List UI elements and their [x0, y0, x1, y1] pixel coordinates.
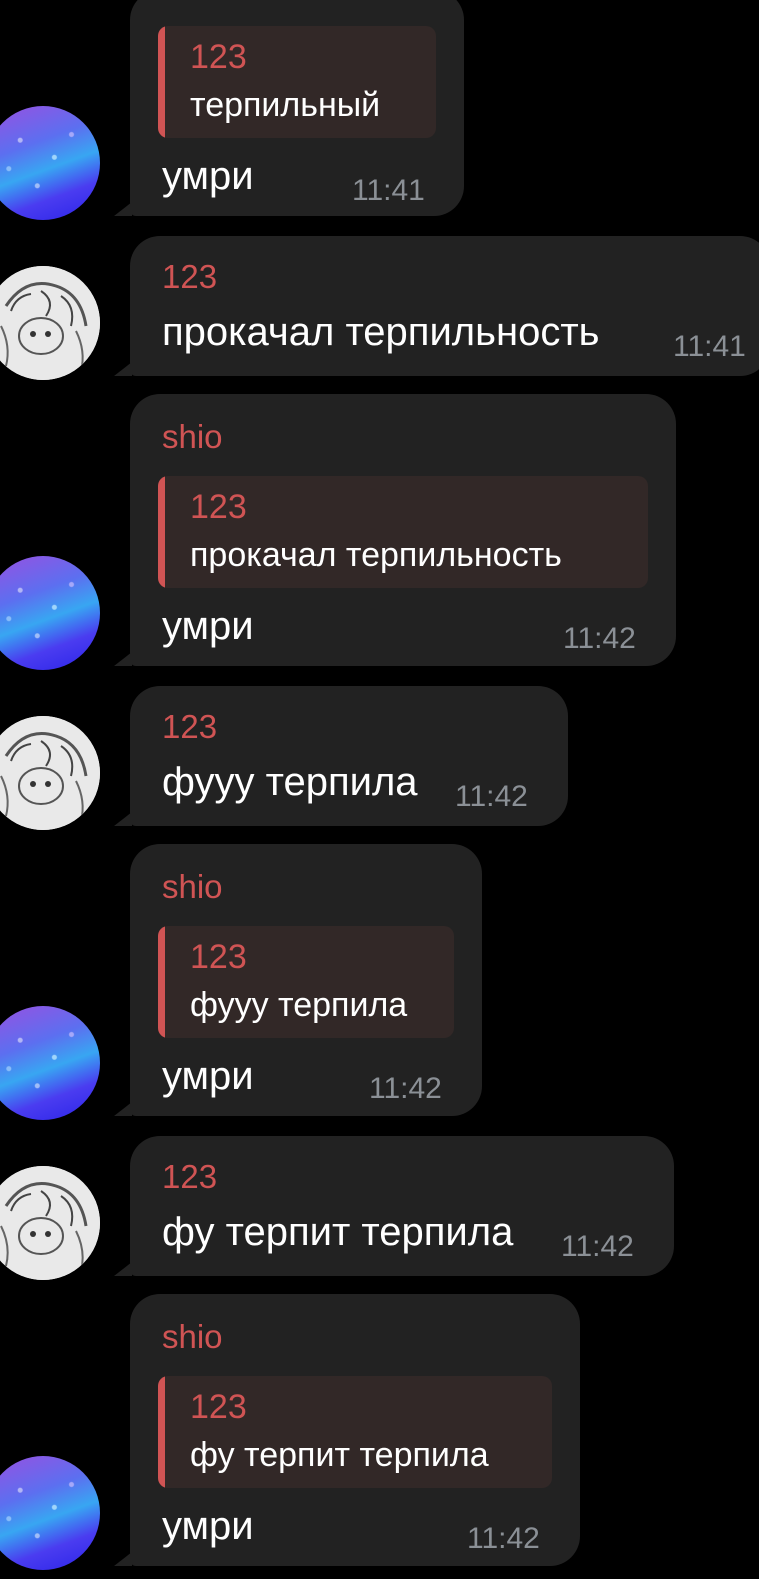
quote-author: 123 [190, 488, 247, 526]
message-time: 11:42 [467, 1522, 540, 1555]
bubble-tail [114, 812, 132, 826]
message-time: 11:41 [352, 174, 425, 207]
message-bubble[interactable]: shio 123 фу терпит терпила умри 11:42 [114, 1294, 580, 1566]
message-text: умри [162, 1504, 254, 1548]
message-bubble[interactable]: 123 прокачал терпильность 11:41 [114, 236, 759, 376]
message-time: 11:42 [369, 1072, 442, 1105]
quote-bar [158, 1376, 165, 1488]
reply-quote[interactable]: 123 прокачал терпильность [158, 476, 648, 588]
message-text: умри [162, 154, 254, 198]
sender-name[interactable]: shio [162, 1318, 223, 1356]
sender-name[interactable]: 123 [162, 258, 217, 296]
quote-text: фууу терпила [190, 986, 408, 1024]
message-text: умри [162, 604, 254, 648]
sparkle-avatar[interactable] [0, 1456, 100, 1570]
anime-sketch-icon [0, 1166, 100, 1280]
sparkle-avatar[interactable] [0, 106, 100, 220]
quote-author: 123 [190, 1388, 247, 1426]
sparkle-avatar[interactable] [0, 1006, 100, 1120]
quote-author: 123 [190, 38, 247, 76]
sparkle-avatar[interactable] [0, 556, 100, 670]
reply-quote[interactable]: 123 фууу терпила [158, 926, 454, 1038]
quote-text: прокачал терпильность [190, 536, 562, 574]
sketch-avatar[interactable] [0, 1166, 100, 1280]
quote-bar [158, 926, 165, 1038]
quote-bar [158, 26, 165, 138]
message-text: прокачал терпильность [162, 310, 600, 354]
message-text: фу терпит терпила [162, 1210, 514, 1254]
sketch-avatar[interactable] [0, 266, 100, 380]
message-time: 11:42 [455, 780, 528, 813]
sender-name[interactable]: shio [162, 868, 223, 906]
sender-name[interactable]: 123 [162, 1158, 217, 1196]
message-text: фууу терпила [162, 760, 418, 804]
bubble-tail [114, 1552, 132, 1566]
message-bubble[interactable]: 123 терпильный умри 11:41 [114, 0, 464, 216]
message-bubble[interactable]: shio 123 прокачал терпильность умри 11:4… [114, 394, 676, 666]
quote-text: фу терпит терпила [190, 1436, 489, 1474]
bubble-tail [114, 202, 132, 216]
quote-author: 123 [190, 938, 247, 976]
sketch-avatar[interactable] [0, 716, 100, 830]
message-text: умри [162, 1054, 254, 1098]
quote-bar [158, 476, 165, 588]
message-time: 11:41 [673, 330, 746, 363]
quote-text: терпильный [190, 86, 381, 124]
message-bubble[interactable]: 123 фууу терпила 11:42 [114, 686, 568, 826]
reply-quote[interactable]: 123 терпильный [158, 26, 436, 138]
anime-sketch-icon [0, 266, 100, 380]
message-bubble[interactable]: shio 123 фууу терпила умри 11:42 [114, 844, 482, 1116]
message-time: 11:42 [563, 622, 636, 655]
bubble-tail [114, 652, 132, 666]
anime-sketch-icon [0, 716, 100, 830]
bubble-tail [114, 1102, 132, 1116]
bubble-tail [114, 362, 132, 376]
bubble-tail [114, 1262, 132, 1276]
reply-quote[interactable]: 123 фу терпит терпила [158, 1376, 552, 1488]
sender-name[interactable]: shio [162, 418, 223, 456]
message-time: 11:42 [561, 1230, 634, 1263]
message-bubble[interactable]: 123 фу терпит терпила 11:42 [114, 1136, 674, 1276]
sender-name[interactable]: 123 [162, 708, 217, 746]
